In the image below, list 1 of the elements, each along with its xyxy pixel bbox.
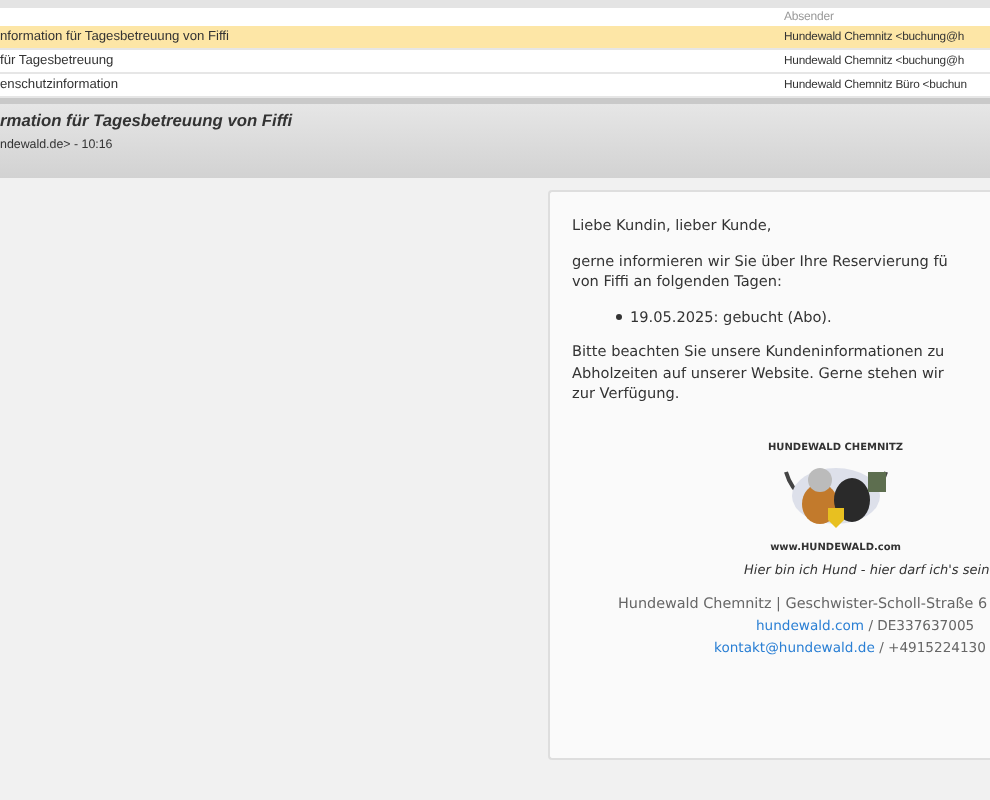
message-subject: rmation für Tagesbetreuung von Fiffi bbox=[0, 110, 295, 130]
